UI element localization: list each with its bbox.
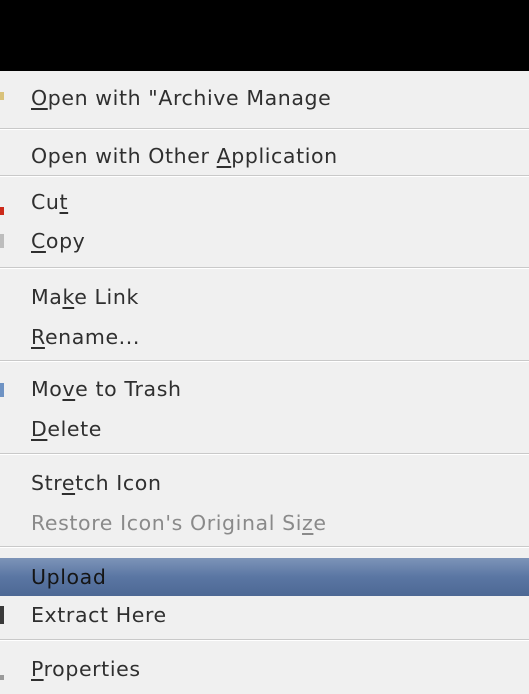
- menu-item-upload[interactable]: Upload: [0, 558, 529, 596]
- menu-separator: [0, 453, 529, 455]
- mnemonic-char: O: [31, 86, 48, 110]
- menu-item-label: pen with "Archive Manage: [47, 86, 332, 110]
- menu-item-open-with-archive-manager[interactable]: Open with "Archive Manage: [0, 80, 529, 116]
- menu-item-move-to-trash[interactable]: Move to Trash: [0, 371, 529, 407]
- scissors-icon: [0, 207, 4, 215]
- menu-separator: [0, 267, 529, 269]
- menu-item-label: opy: [45, 229, 86, 253]
- menu-item-label: Open with Other: [31, 144, 217, 168]
- menu-item-rename[interactable]: Rename...: [0, 319, 529, 355]
- menu-item-label: elete: [47, 417, 102, 441]
- menu-separator: [0, 128, 529, 130]
- mnemonic-char: D: [31, 417, 48, 441]
- extract-icon: [0, 606, 4, 624]
- window-topbar: [0, 0, 529, 71]
- mnemonic-char: e: [61, 471, 76, 495]
- menu-item-label: Str: [31, 471, 62, 495]
- menu-item-label: e Link: [74, 285, 139, 309]
- mnemonic-char: P: [31, 657, 44, 681]
- mnemonic-char: z: [302, 511, 314, 535]
- menu-item-properties[interactable]: Properties: [0, 651, 529, 687]
- mnemonic-char: R: [31, 325, 45, 349]
- mnemonic-char: A: [216, 144, 232, 168]
- mnemonic-char: k: [62, 285, 75, 309]
- context-menu: Open with "Archive Manage Open with Othe…: [0, 71, 529, 694]
- menu-item-extract-here[interactable]: Extract Here: [0, 597, 529, 633]
- archive-icon: [0, 92, 4, 100]
- menu-item-label: e to Trash: [75, 377, 182, 401]
- menu-item-delete[interactable]: Delete: [0, 411, 529, 447]
- menu-item-label: Ma: [31, 285, 63, 309]
- menu-item-label: pplication: [231, 144, 338, 168]
- menu-separator: [0, 175, 529, 177]
- menu-item-copy[interactable]: Copy: [0, 223, 529, 259]
- menu-item-make-link[interactable]: Make Link: [0, 279, 529, 315]
- menu-item-label: ename...: [44, 325, 141, 349]
- menu-item-label: Upload: [31, 565, 107, 589]
- copy-icon: [0, 234, 4, 248]
- mnemonic-char: v: [62, 377, 76, 401]
- menu-item-label: Restore Icon's Original Si: [31, 511, 303, 535]
- menu-separator: [0, 360, 529, 362]
- menu-item-label: tch Icon: [75, 471, 162, 495]
- menu-item-label: Cu: [31, 190, 60, 214]
- menu-item-label: roperties: [43, 657, 141, 681]
- menu-item-label: e: [313, 511, 327, 535]
- menu-separator: [0, 546, 529, 548]
- trash-icon: [0, 383, 4, 397]
- properties-icon: [0, 675, 4, 680]
- menu-item-label: Mo: [31, 377, 63, 401]
- menu-item-label: Extract Here: [31, 603, 167, 627]
- menu-item-restore-icon-original-size: Restore Icon's Original Size: [0, 505, 529, 541]
- menu-item-stretch-icon[interactable]: Stretch Icon: [0, 465, 529, 501]
- menu-item-cut[interactable]: Cut: [0, 184, 529, 220]
- mnemonic-char: C: [31, 229, 46, 253]
- menu-item-open-with-other-application[interactable]: Open with Other Application: [0, 138, 529, 174]
- menu-separator: [0, 639, 529, 641]
- mnemonic-char: t: [59, 190, 69, 214]
